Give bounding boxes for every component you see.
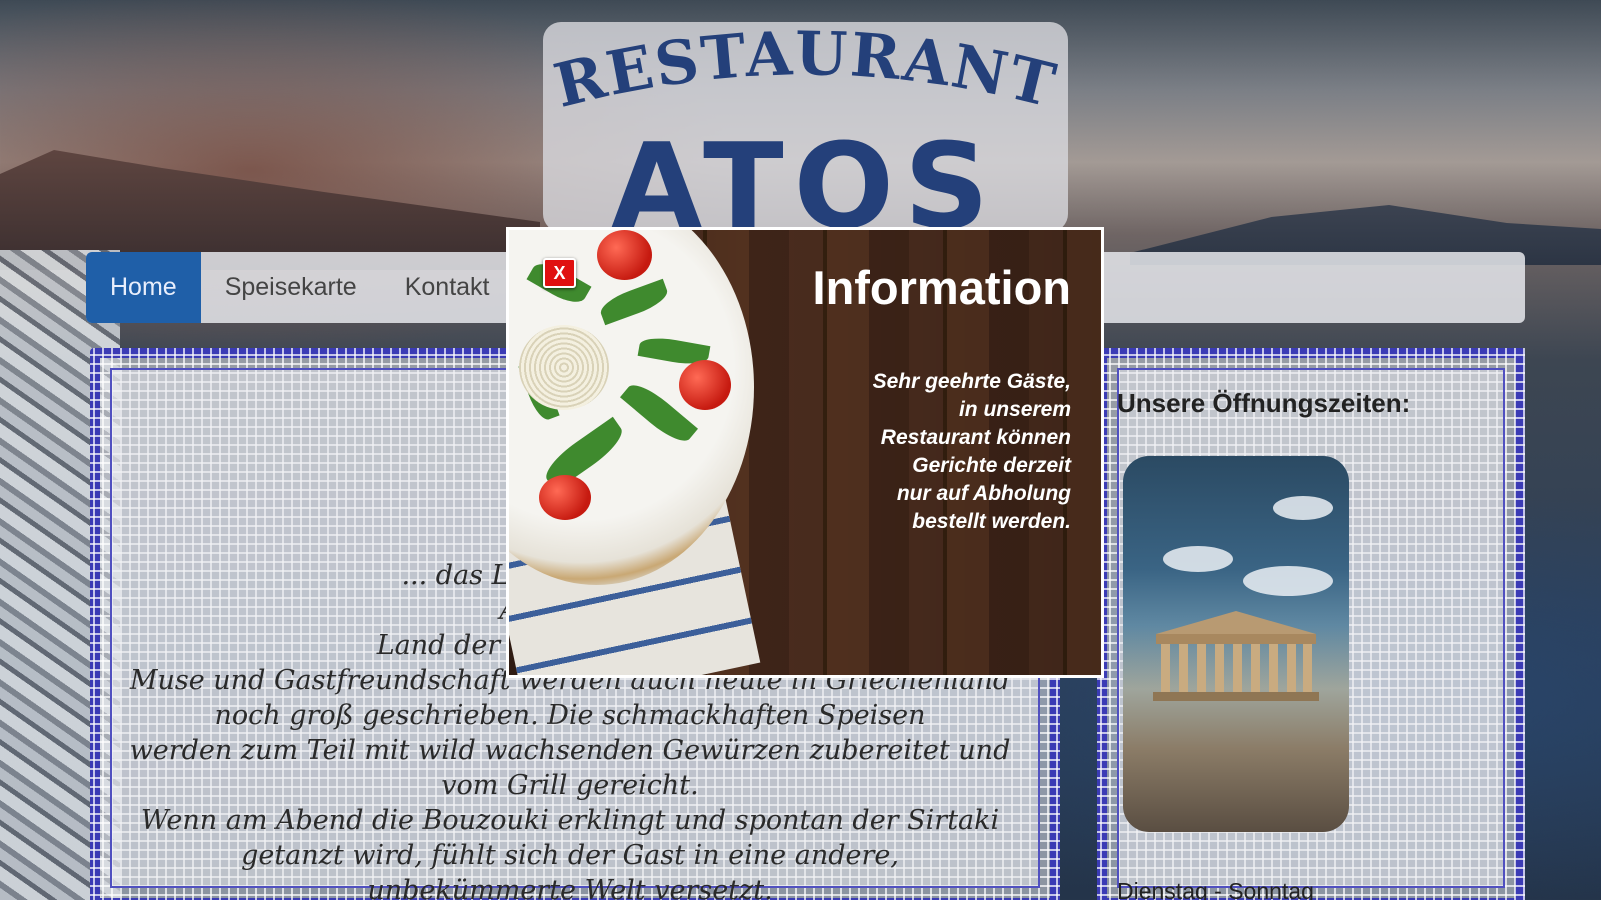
opening-hours-panel: Unsere Öffnungszeiten: Dienstag - Sonnta… [1097, 348, 1525, 900]
modal-message-line: bestellt werden. [912, 510, 1071, 533]
modal-title: Information [812, 261, 1071, 314]
logo-line-atos: ATOS [611, 117, 999, 232]
intro-line: vom Grill gereicht. [441, 770, 699, 801]
svg-text:RESTAURANT: RESTAURANT [548, 22, 1063, 122]
modal-message-line: Gerichte derzeit [912, 454, 1071, 477]
modal-message-line: Restaurant können [880, 426, 1071, 449]
opening-hours-title: Unsere Öffnungszeiten: [1117, 388, 1411, 418]
parthenon-photo [1123, 456, 1349, 832]
nav-item-kontakt[interactable]: Kontakt [381, 252, 514, 323]
logo-line-restaurant: RESTAURANT [548, 22, 1061, 122]
information-modal: X Information Sehr geehrte Gäste, in uns… [506, 227, 1104, 678]
nav-item-speisekarte[interactable]: Speisekarte [201, 252, 381, 323]
tomato-image [679, 360, 731, 410]
modal-message-line: in unserem [958, 398, 1071, 421]
tomato-image [539, 475, 591, 520]
modal-message-line: Sehr geehrte Gäste, [872, 370, 1071, 393]
intro-line: werden zum Teil mit wild wachsenden Gewü… [129, 735, 1011, 766]
modal-message-line: nur auf Abholung [896, 482, 1071, 505]
intro-line: Wenn am Abend die Bouzouki erklingt und … [140, 805, 1000, 836]
intro-line: getanzt wird, fühlt sich der Gast in ein… [241, 840, 899, 871]
parthenon-icon [1153, 611, 1319, 701]
close-button[interactable]: X [543, 258, 576, 288]
nav-item-home[interactable]: Home [86, 252, 201, 323]
tomato-image [597, 230, 652, 280]
intro-line: noch groß geschrieben. Die schmackhaften… [214, 700, 926, 731]
modal-message: Sehr geehrte Gäste, in unserem Restauran… [791, 368, 1071, 536]
opening-days: Dienstag - Sonntag [1117, 878, 1314, 900]
restaurant-logo[interactable]: RESTAURANT ATOS [543, 22, 1068, 232]
intro-line: unbekümmerte Welt versetzt. [367, 875, 773, 900]
cheese-image [519, 325, 609, 410]
